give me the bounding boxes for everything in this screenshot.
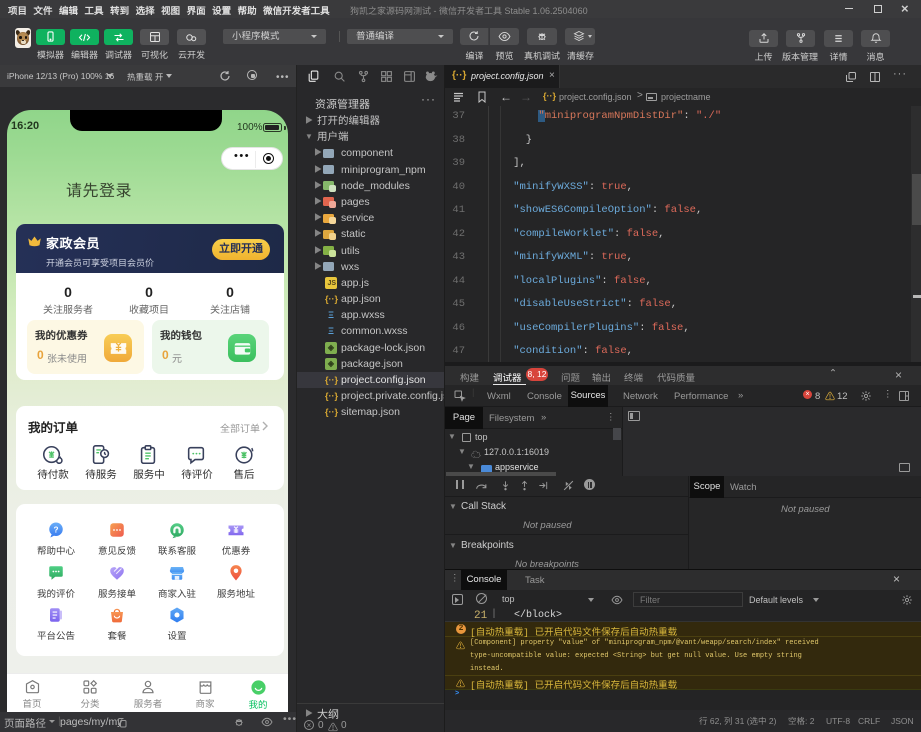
svg-text:?: ?	[53, 525, 58, 534]
